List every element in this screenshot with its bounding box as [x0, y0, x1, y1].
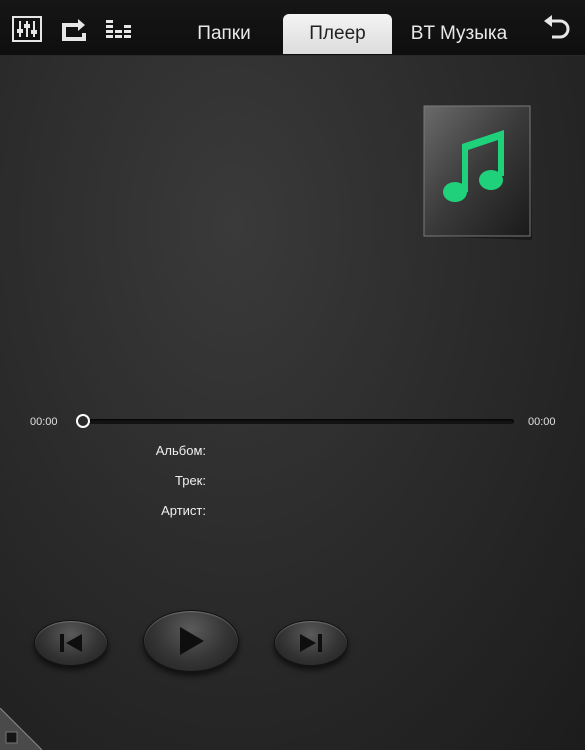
tab-bt-music[interactable]: BT Музыка	[400, 14, 518, 54]
seek-bar[interactable]	[82, 419, 514, 424]
music-player-app: Папки Плеер BT Музыка 00:00 00:00 Альбом…	[0, 0, 585, 750]
tab-folders[interactable]: Папки	[172, 14, 276, 54]
album-art	[422, 104, 542, 262]
top-bar: Папки Плеер BT Музыка	[0, 0, 585, 56]
tab-player[interactable]: Плеер	[283, 14, 392, 54]
track-label: Трек:	[175, 473, 206, 488]
corner-handle	[0, 707, 43, 750]
back-icon[interactable]	[542, 14, 572, 44]
previous-icon	[60, 634, 82, 652]
equalizer-icon[interactable]	[104, 14, 134, 44]
album-label: Альбом:	[155, 443, 206, 458]
previous-button[interactable]	[34, 620, 108, 666]
play-button[interactable]	[143, 610, 239, 672]
elapsed-time: 00:00	[30, 416, 58, 428]
seek-handle[interactable]	[76, 414, 90, 428]
tab-bt-music-label: BT Музыка	[410, 23, 508, 44]
artist-label: Артист:	[161, 503, 206, 518]
duration-time: 00:00	[528, 416, 556, 428]
repeat-icon[interactable]	[58, 14, 88, 44]
mixer-icon[interactable]	[12, 14, 42, 44]
tab-folders-label: Папки	[197, 23, 251, 44]
next-button[interactable]	[274, 620, 348, 666]
tab-player-label: Плеер	[309, 23, 366, 44]
next-icon	[300, 634, 322, 652]
play-icon	[180, 627, 204, 655]
